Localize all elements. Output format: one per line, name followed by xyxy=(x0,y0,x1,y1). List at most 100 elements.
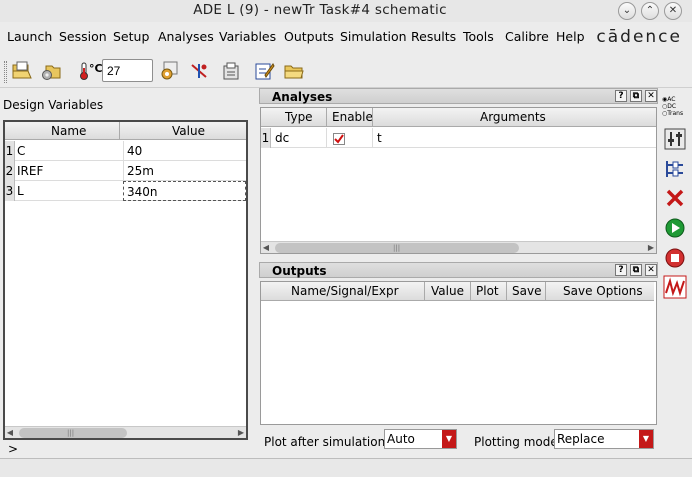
close-panel-button[interactable]: ✕ xyxy=(645,264,657,276)
outputs-title: Outputs xyxy=(272,264,327,278)
column-plot-header[interactable]: Plot xyxy=(476,284,499,298)
variable-value[interactable]: 25m xyxy=(123,161,246,181)
right-tool-rail: ◉AC ○DC ○Trans xyxy=(659,89,692,446)
plotting-mode-select[interactable]: Replace ▼ xyxy=(554,429,654,449)
variable-value-selected[interactable]: 340n xyxy=(123,181,246,201)
analyses-table: Type Enable Arguments 1 dc t ◀ ||| ▶ xyxy=(260,107,657,254)
dc-option[interactable]: ○DC xyxy=(662,103,690,110)
scrollbar-grip: ||| xyxy=(67,429,75,437)
help-button[interactable]: ? xyxy=(615,264,627,276)
plot-after-simulation-value: Auto xyxy=(387,432,415,446)
outputs-setup-icon[interactable] xyxy=(663,157,687,181)
menu-results[interactable]: Results xyxy=(411,29,456,44)
window-title: ADE L (9) - newTr Task#4 schematic xyxy=(193,2,447,18)
window-titlebar: ADE L (9) - newTr Task#4 schematic ⌄ ⌃ ✕ xyxy=(0,0,692,22)
column-save-header[interactable]: Save xyxy=(512,284,541,298)
table-row[interactable]: 2 IREF 25m xyxy=(5,161,246,181)
setup-model-icon[interactable] xyxy=(158,61,180,81)
analyses-scrollbar[interactable]: ◀ ||| ▶ xyxy=(261,241,656,253)
scroll-left-button[interactable]: ◀ xyxy=(5,427,15,439)
plot-after-simulation-label: Plot after simulation: xyxy=(264,435,390,449)
menu-tools[interactable]: Tools xyxy=(463,29,494,44)
plot-options-bar: Plot after simulation: Auto ▼ Plotting m… xyxy=(259,426,658,456)
menu-help[interactable]: Help xyxy=(556,29,585,44)
command-prompt[interactable]: > xyxy=(8,442,18,456)
header-separator xyxy=(506,282,507,301)
plot-after-simulation-select[interactable]: Auto ▼ xyxy=(384,429,457,449)
outputs-table: Name/Signal/Expr Value Plot Save Save Op… xyxy=(260,281,657,425)
table-row[interactable]: 1 C 40 xyxy=(5,141,246,161)
design-variables-scrollbar[interactable]: ◀ ||| ▶ xyxy=(5,426,246,438)
header-separator xyxy=(424,282,425,301)
row-number: 1 xyxy=(261,128,271,148)
variable-value[interactable]: 40 xyxy=(123,141,246,161)
row-number: 2 xyxy=(5,161,15,181)
analysis-type-selector[interactable]: ◉AC ○DC ○Trans xyxy=(662,96,690,120)
select-on-schematic-icon[interactable] xyxy=(189,61,211,81)
analyses-header: Analyses ? ⧉ ✕ xyxy=(259,88,658,104)
menu-setup[interactable]: Setup xyxy=(113,29,149,44)
variable-name[interactable]: IREF xyxy=(17,164,43,178)
load-state-icon[interactable] xyxy=(40,61,62,81)
column-value-header[interactable]: Value xyxy=(172,124,205,138)
close-panel-button[interactable]: ✕ xyxy=(645,90,657,102)
variable-name[interactable]: C xyxy=(17,144,25,158)
column-type-header[interactable]: Type xyxy=(285,110,313,124)
chevron-down-icon[interactable]: ▼ xyxy=(639,430,653,448)
float-button[interactable]: ⧉ xyxy=(630,90,642,102)
delete-icon[interactable] xyxy=(663,186,687,210)
minimize-button[interactable]: ⌄ xyxy=(618,2,636,20)
design-variables-table: Name Value 1 C 40 2 IREF 25m 3 L 340n ◀ … xyxy=(3,120,248,440)
netlist-icon[interactable] xyxy=(220,61,242,81)
table-row[interactable]: 3 L 340n xyxy=(5,181,246,201)
open-session-icon[interactable] xyxy=(11,61,33,81)
edit-form-icon[interactable] xyxy=(253,61,275,81)
header-separator xyxy=(326,108,327,127)
menu-session[interactable]: Session xyxy=(59,29,107,44)
column-save-options-header[interactable]: Save Options xyxy=(563,284,643,298)
temperature-input[interactable] xyxy=(102,59,153,82)
scroll-left-button[interactable]: ◀ xyxy=(261,242,271,254)
tuning-icon[interactable] xyxy=(663,127,687,151)
scroll-right-button[interactable]: ▶ xyxy=(236,427,246,439)
toolbar-grip xyxy=(4,61,7,83)
column-arguments-header[interactable]: Arguments xyxy=(480,110,546,124)
header-separator xyxy=(119,122,120,140)
enable-checkbox[interactable] xyxy=(333,133,345,145)
trans-option[interactable]: ○Trans xyxy=(662,110,690,117)
chevron-down-icon[interactable]: ▼ xyxy=(442,430,456,448)
menu-analyses[interactable]: Analyses xyxy=(158,29,214,44)
help-button[interactable]: ? xyxy=(615,90,627,102)
row-number: 1 xyxy=(5,141,15,161)
menu-calibre[interactable]: Calibre xyxy=(505,29,549,44)
analysis-arguments[interactable]: t xyxy=(377,131,382,145)
menu-variables[interactable]: Variables xyxy=(219,29,276,44)
scroll-right-button[interactable]: ▶ xyxy=(646,242,656,254)
maximize-button[interactable]: ⌃ xyxy=(641,2,659,20)
menu-simulation[interactable]: Simulation xyxy=(340,29,407,44)
column-enable-header[interactable]: Enable xyxy=(332,110,373,124)
table-row[interactable]: 1 dc t xyxy=(261,128,656,148)
design-variables-panel: Design Variables Name Value 1 C 40 2 IRE… xyxy=(0,89,252,446)
plot-outputs-icon[interactable] xyxy=(663,275,687,299)
close-window-button[interactable]: ✕ xyxy=(664,2,682,20)
ac-option[interactable]: ◉AC xyxy=(662,96,690,103)
column-value-header[interactable]: Value xyxy=(431,284,464,298)
row-number: 3 xyxy=(5,181,15,201)
status-bar xyxy=(0,458,692,477)
menu-outputs[interactable]: Outputs xyxy=(284,29,334,44)
float-button[interactable]: ⧉ xyxy=(630,264,642,276)
variable-name[interactable]: L xyxy=(17,184,24,198)
cell-separator xyxy=(326,128,327,148)
analyses-title: Analyses xyxy=(272,90,333,104)
column-name-header[interactable]: Name xyxy=(51,124,86,138)
menu-launch[interactable]: Launch xyxy=(7,29,52,44)
design-variables-header: Name Value xyxy=(5,122,246,140)
cell-separator xyxy=(372,128,373,148)
column-name-signal-expr-header[interactable]: Name/Signal/Expr xyxy=(291,284,399,298)
run-simulation-icon[interactable] xyxy=(663,216,687,240)
open-folder-icon[interactable] xyxy=(283,61,305,81)
analysis-type[interactable]: dc xyxy=(275,131,289,145)
header-separator xyxy=(545,282,546,301)
stop-simulation-icon[interactable] xyxy=(663,246,687,270)
